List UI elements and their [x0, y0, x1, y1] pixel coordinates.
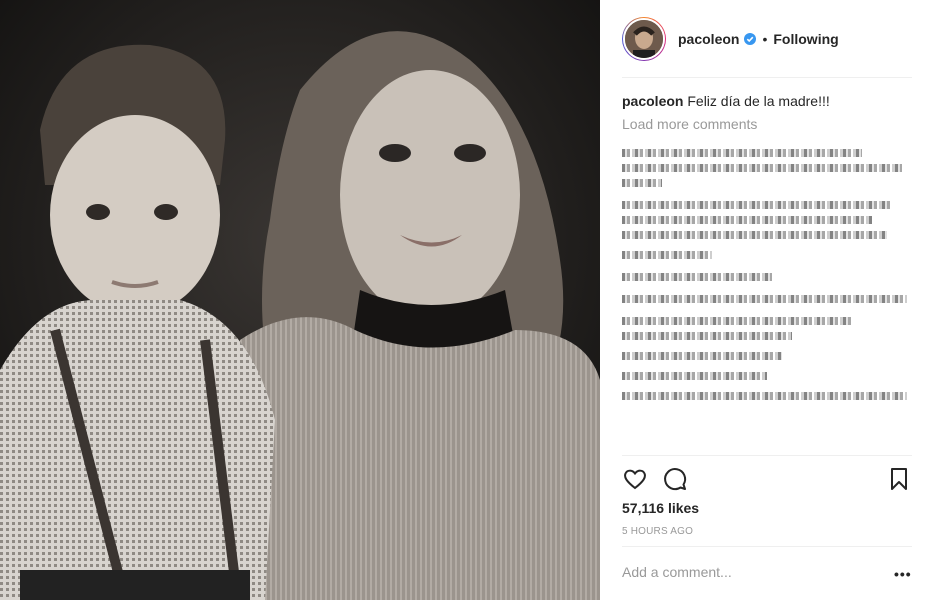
- blurred-comment: [622, 231, 887, 239]
- post-side-panel: pacoleon • Following pacoleon Feliz día …: [600, 0, 935, 600]
- likes-count[interactable]: 57,116 likes: [622, 500, 699, 516]
- separator-dot: •: [762, 31, 768, 47]
- username-link[interactable]: pacoleon: [678, 31, 739, 47]
- post-actions: [622, 466, 912, 492]
- blurred-comment: [622, 317, 852, 325]
- caption-text: Feliz día de la madre!!!: [687, 93, 830, 109]
- comments-list: [622, 142, 912, 404]
- blurred-comment: [622, 251, 712, 259]
- post-timestamp[interactable]: 5 HOURS AGO: [622, 526, 693, 537]
- header-divider: [622, 77, 912, 78]
- load-more-comments-button[interactable]: Load more comments: [622, 116, 757, 132]
- avatar[interactable]: [622, 17, 666, 61]
- post-photo[interactable]: [0, 0, 600, 600]
- blurred-comment: [622, 295, 907, 303]
- blurred-comment: [622, 164, 902, 172]
- actions-divider: [622, 455, 912, 456]
- more-options-button[interactable]: •••: [894, 566, 912, 582]
- blurred-comment: [622, 179, 662, 187]
- comment-divider: [622, 546, 912, 547]
- add-comment-input[interactable]: Add a comment...: [622, 564, 732, 580]
- post-caption: pacoleon Feliz día de la madre!!!: [622, 92, 912, 110]
- comment-icon[interactable]: [662, 466, 688, 492]
- blurred-comment: [622, 273, 772, 281]
- caption-username[interactable]: pacoleon: [622, 93, 683, 109]
- bookmark-icon[interactable]: [886, 466, 912, 492]
- verified-badge-icon: [744, 33, 757, 45]
- blurred-comment: [622, 372, 767, 380]
- blurred-comment: [622, 216, 872, 224]
- blurred-comment: [622, 352, 782, 360]
- heart-icon[interactable]: [622, 466, 648, 492]
- blurred-comment: [622, 332, 792, 340]
- blurred-comment: [622, 201, 892, 209]
- blurred-comment: [622, 149, 862, 157]
- post-header: pacoleon • Following: [622, 14, 912, 64]
- following-button[interactable]: Following: [773, 31, 838, 47]
- blurred-comment: [622, 392, 907, 400]
